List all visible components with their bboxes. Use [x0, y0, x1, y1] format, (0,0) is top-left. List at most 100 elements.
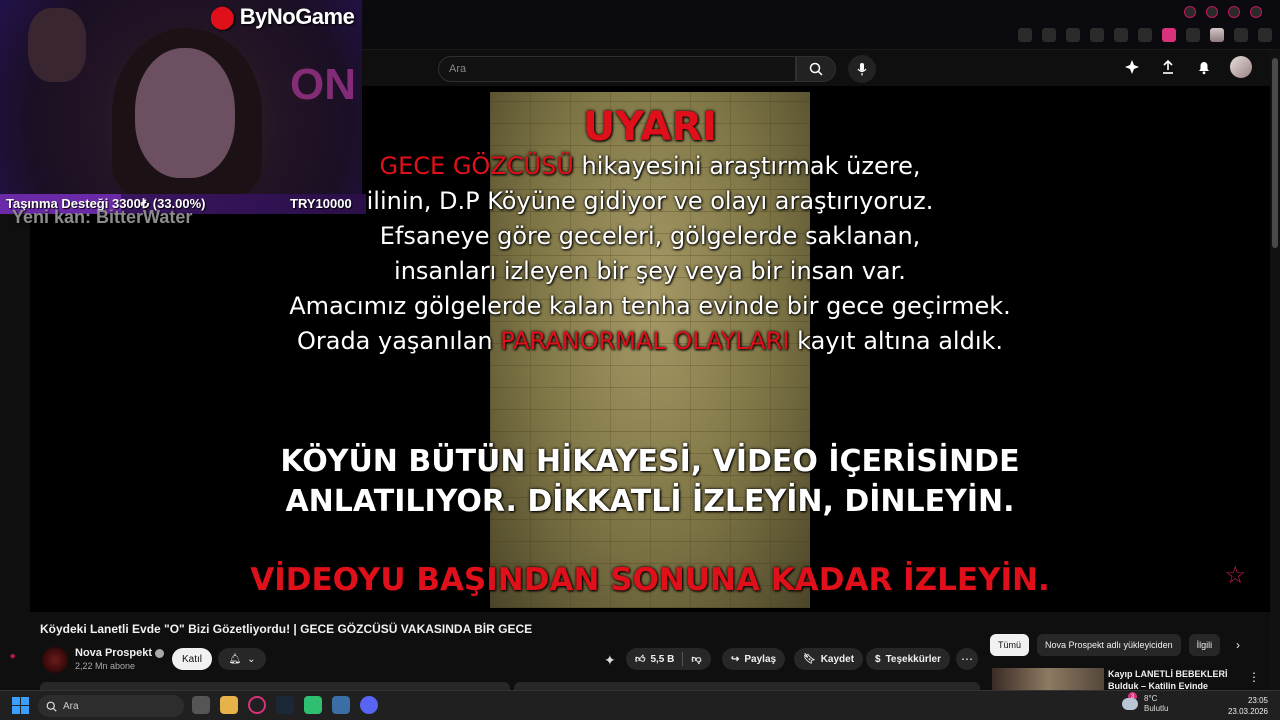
- caption-line-5: Amacımız gölgelerde kalan tenha evinde b…: [289, 292, 1011, 320]
- play-icon[interactable]: [1114, 28, 1128, 42]
- share-icon: ↪: [731, 653, 740, 665]
- profile-icon[interactable]: [1210, 28, 1224, 42]
- thanks-icon: $: [875, 653, 881, 665]
- upload-button[interactable]: [1158, 57, 1178, 77]
- like-divider: [682, 652, 684, 666]
- start-button[interactable]: [12, 697, 30, 715]
- close-icon[interactable]: [1250, 6, 1262, 18]
- thanks-button[interactable]: $ Teşekkürler: [866, 648, 950, 670]
- clock-date: 23.03.2026: [1227, 707, 1268, 716]
- sparkle-icon: [1125, 60, 1139, 74]
- taskbar: Ara 3 8°C Bulutlu 23:05 23.03.2026: [0, 690, 1280, 720]
- chevron-right-icon[interactable]: ›: [1236, 638, 1240, 652]
- join-button[interactable]: Katıl: [172, 648, 212, 670]
- save-page-icon[interactable]: [1090, 28, 1104, 42]
- notifications-button[interactable]: [1194, 57, 1214, 77]
- search-input[interactable]: [439, 57, 795, 81]
- windows-logo-tr: [21, 697, 29, 705]
- voice-search-button[interactable]: [848, 55, 876, 83]
- chip-from-uploader[interactable]: Nova Prospekt adlı yükleyiciden: [1037, 634, 1181, 656]
- chip-all[interactable]: Tümü: [990, 634, 1030, 656]
- weather-widget[interactable]: 8°C Bulutlu: [1122, 694, 1168, 714]
- more-actions-button[interactable]: ⋯: [956, 648, 978, 670]
- window-controls: [1184, 6, 1262, 18]
- subscriber-count: 2,22 Mn abone: [75, 661, 136, 671]
- recommendation-menu-icon[interactable]: ⋮: [1248, 670, 1260, 684]
- caption-line-1-rest: hikayesini araştırmak üzere,: [573, 152, 921, 180]
- chip-related[interactable]: İlgili: [1188, 634, 1221, 656]
- ask-sparkle-icon[interactable]: ✦: [604, 652, 616, 669]
- screenshot-icon[interactable]: [1042, 28, 1056, 42]
- related-filter-chips: Tümü Nova Prospekt adlı yükleyiciden İlg…: [990, 634, 1221, 656]
- heart-icon[interactable]: [1138, 28, 1152, 42]
- network-app-icon[interactable]: [332, 696, 350, 714]
- channel-avatar[interactable]: [42, 647, 68, 673]
- system-clock[interactable]: 23:05 23.03.2026: [1228, 695, 1268, 717]
- caption-big-1: KÖYÜN BÜTÜN HİKAYESİ, VİDEO İÇERİSİNDE: [280, 444, 1020, 479]
- shield-icon[interactable]: [1066, 28, 1080, 42]
- caption-red-name: GECE GÖZCÜSÜ: [379, 152, 574, 180]
- maximize-icon[interactable]: [1228, 6, 1240, 18]
- bell-icon: 🔔︎: [228, 653, 242, 665]
- steam-icon[interactable]: [276, 696, 294, 714]
- app-icon[interactable]: [304, 696, 322, 714]
- bynogame-logo: ⬤ ByNoGame: [210, 4, 355, 30]
- minimize-icon[interactable]: [1206, 6, 1218, 18]
- task-view-icon[interactable]: [192, 696, 210, 714]
- masthead-actions: [1122, 56, 1252, 78]
- donation-goal: TRY10000: [290, 196, 352, 211]
- sidebar-edge-icon: ◆: [10, 653, 16, 660]
- caption-big-2: ANLATILIYOR. DİKKATLİ İZLEYİN, DİNLEYİN.: [285, 484, 1015, 519]
- comments-box[interactable]: [514, 682, 980, 690]
- thumbs-up-icon[interactable]: 👍︎: [635, 653, 645, 665]
- like-dislike-button[interactable]: 👍︎ 5,5 B 👎︎: [626, 648, 711, 670]
- pentagram-icon: ☆: [1224, 562, 1246, 589]
- search-button[interactable]: [796, 56, 836, 82]
- share-button[interactable]: ↪ Paylaş: [722, 648, 786, 670]
- verified-icon: [155, 648, 165, 658]
- bell-icon: [1199, 62, 1209, 75]
- opera-gx-icon[interactable]: [248, 696, 266, 714]
- thanks-label: Teşekkürler: [885, 653, 941, 665]
- extension-icon[interactable]: [1162, 28, 1176, 42]
- menu-icon[interactable]: [1258, 28, 1272, 42]
- bynogame-brand: ByNoGame: [239, 4, 355, 29]
- save-button[interactable]: 🔖︎ Kaydet: [794, 648, 864, 670]
- download-icon[interactable]: [1234, 28, 1248, 42]
- subscription-bell-button[interactable]: 🔔︎ ⌄: [218, 648, 266, 670]
- bookmark-icon: 🔖︎: [803, 653, 816, 665]
- search-box[interactable]: [438, 56, 796, 82]
- weather-condition: Bulutlu: [1144, 704, 1169, 713]
- screen: UYARI GECE GÖZCÜSÜ hikayesini araştırmak…: [0, 0, 1280, 720]
- windows-logo-tl: [12, 697, 20, 705]
- description-box[interactable]: [40, 682, 510, 690]
- video-title: Köydeki Lanetli Evde "O" Bizi Gözetliyor…: [40, 622, 533, 636]
- upload-icon: [1163, 59, 1173, 74]
- puzzle-icon[interactable]: [1186, 28, 1200, 42]
- taskbar-search[interactable]: Ara: [38, 695, 184, 717]
- caption-red-footer: VİDEOYU BAŞINDAN SONUNA KADAR İZLEYİN.: [250, 562, 1050, 598]
- clock-time: 23:05: [1247, 696, 1268, 705]
- like-count: 5,5 B: [650, 653, 675, 665]
- caption-line-6: Orada yaşanılan PARANORMAL OLAYLARI kayı…: [30, 327, 1270, 355]
- thumbs-down-icon[interactable]: 👎︎: [691, 653, 701, 665]
- sparkle-button[interactable]: [1122, 57, 1142, 77]
- caption-line-4: insanları izleyen bir şey veya bir insan…: [394, 257, 906, 285]
- channel-name-text[interactable]: Nova Prospekt: [75, 647, 152, 659]
- taskbar-search-label: Ara: [63, 700, 79, 712]
- scrollbar-thumb[interactable]: [1272, 58, 1278, 248]
- cloud-icon: [1122, 698, 1138, 710]
- discord-icon[interactable]: [360, 696, 378, 714]
- windows-logo-bl: [12, 706, 20, 714]
- account-avatar[interactable]: [1230, 56, 1252, 78]
- channel-name[interactable]: Nova Prospekt: [75, 647, 165, 659]
- anime-avatar: [28, 8, 86, 82]
- recommendation-thumbnail[interactable]: [992, 668, 1104, 690]
- more-icon: ⋯: [961, 652, 973, 666]
- taskbar-apps: [192, 696, 378, 714]
- streamer-face: [135, 48, 235, 178]
- search-tab-icon[interactable]: [1184, 6, 1196, 18]
- extension-bar: [1018, 28, 1272, 42]
- pin-icon[interactable]: [1018, 28, 1032, 42]
- file-explorer-icon[interactable]: [220, 696, 238, 714]
